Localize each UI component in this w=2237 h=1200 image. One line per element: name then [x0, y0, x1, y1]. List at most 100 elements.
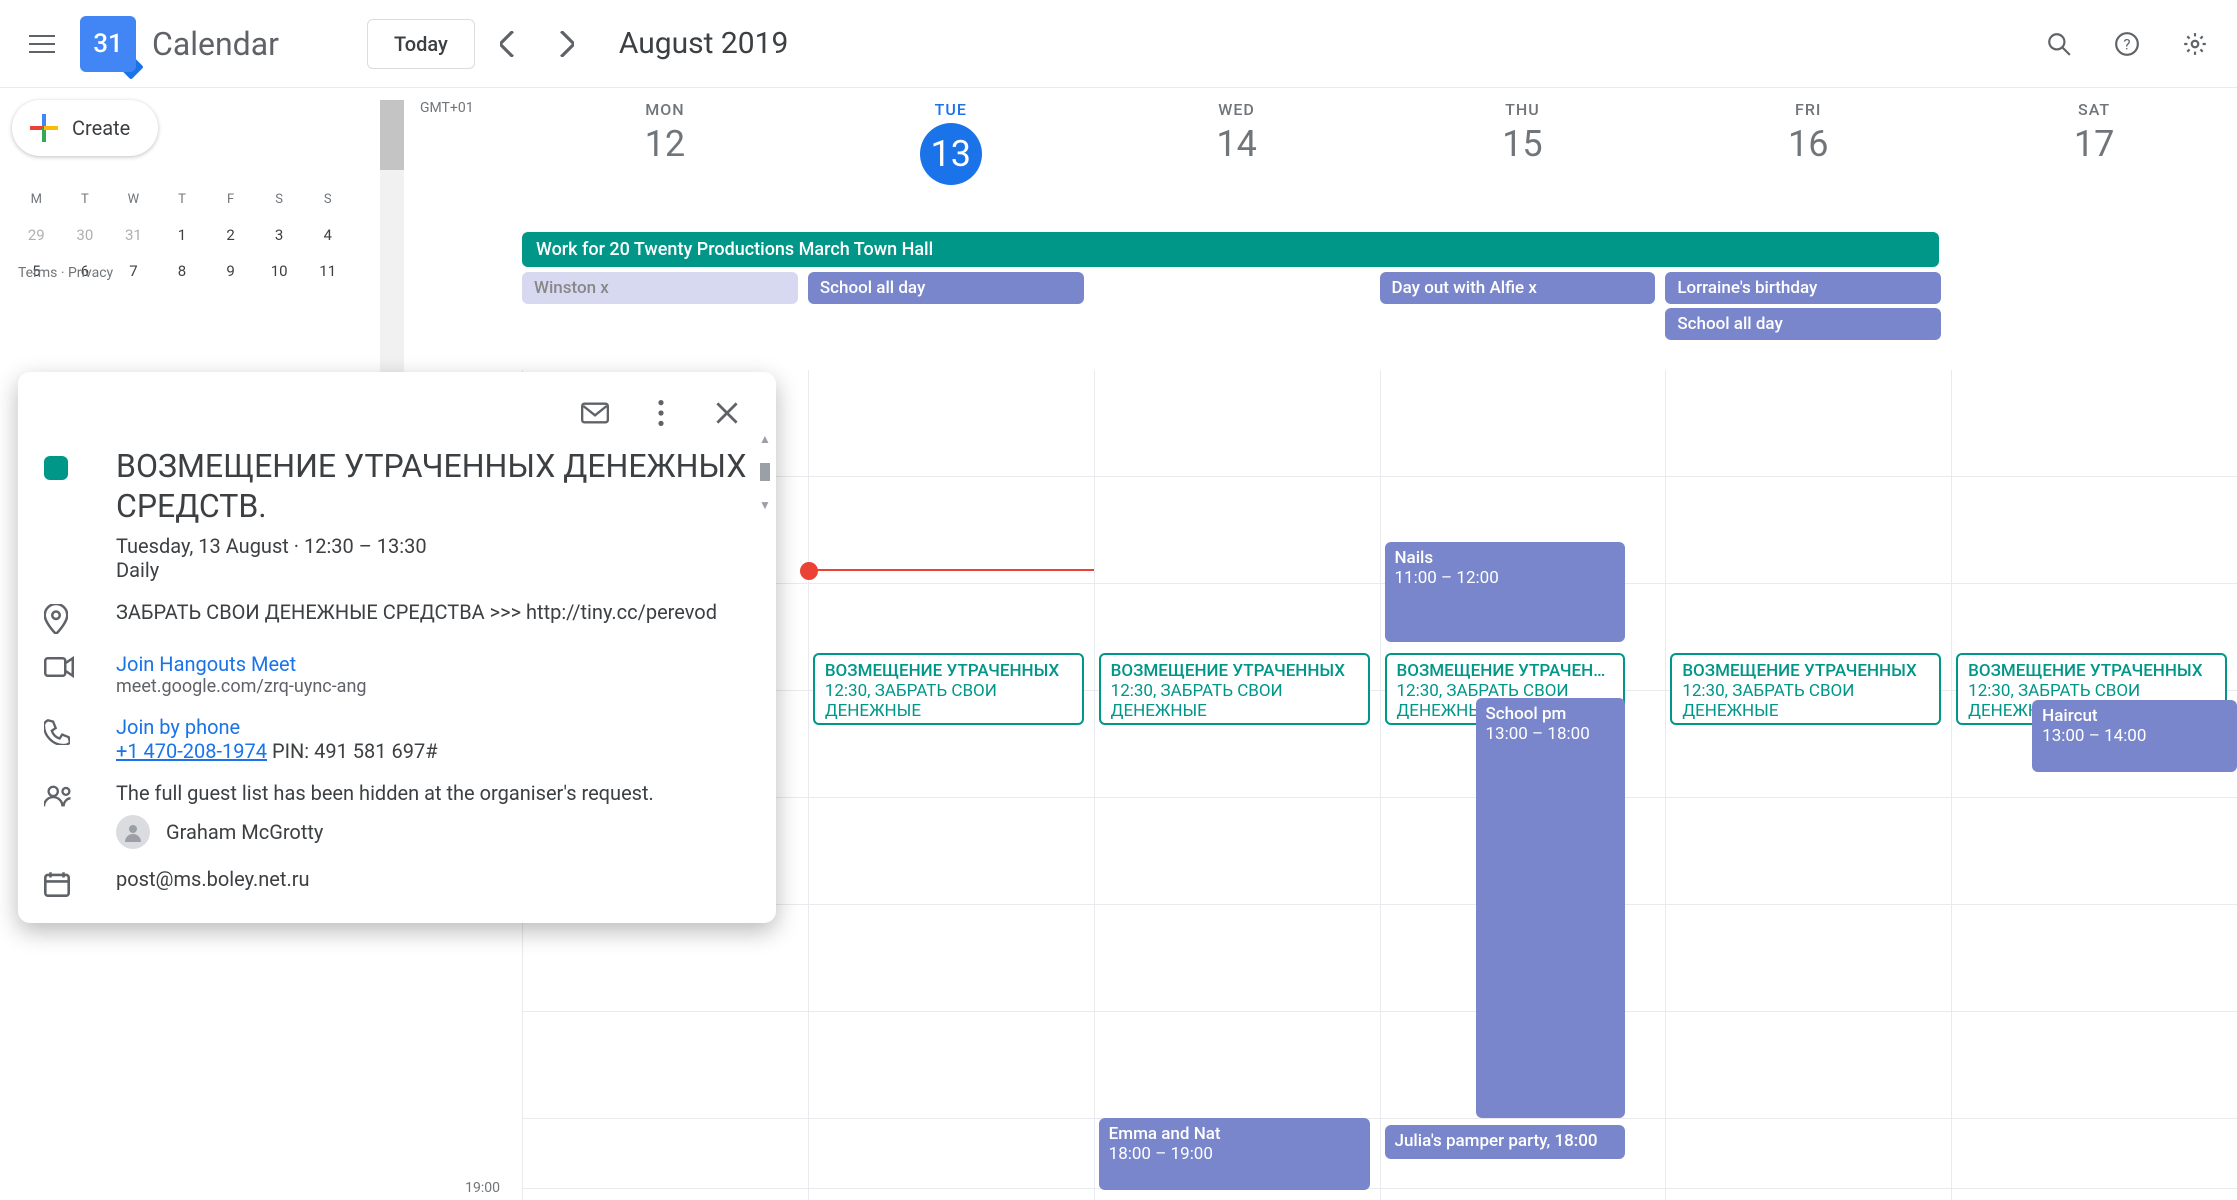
event-color-swatch [44, 456, 68, 480]
event-julia[interactable]: Julia's pamper party, 18:00 [1385, 1125, 1626, 1159]
multiday-event[interactable]: Work for 20 Twenty Productions March Tow… [522, 232, 1939, 267]
app-title: Calendar [152, 25, 279, 63]
event-haircut[interactable]: Haircut13:00 – 14:00 [2032, 700, 2237, 772]
time-label-1900: 19:00 [465, 1180, 500, 1196]
day-headers: MON12 TUE13 WED14 THU15 FRI16 SAT17 [522, 100, 2237, 185]
mini-head-w: W [109, 192, 158, 207]
phone-pin: PIN: 491 581 697# [267, 739, 438, 763]
timezone-label: GMT+01 [420, 100, 474, 116]
mini-head-m: M [12, 192, 61, 207]
hamburger-icon [29, 35, 55, 53]
calendar-logo: 31 [80, 16, 136, 72]
mini-day[interactable]: 4 [303, 217, 352, 253]
col-wed[interactable]: ВОЗМЕЩЕНИЕ УТРАЧЕННЫХ12:30, ЗАБРАТЬ СВОИ… [1094, 370, 1380, 1200]
allday-event-lorraine[interactable]: Lorraine's birthday [1665, 272, 1941, 304]
mini-head-t2: T [158, 192, 207, 207]
meet-url: meet.google.com/zrq-uync-ang [116, 676, 750, 697]
create-label: Create [72, 116, 130, 140]
day-header-tue[interactable]: TUE13 [808, 100, 1094, 185]
phone-icon [44, 715, 96, 763]
day-header-thu[interactable]: THU15 [1380, 100, 1666, 185]
organiser-email: post@ms.boley.net.ru [116, 867, 750, 897]
create-event-button[interactable]: Create [12, 100, 158, 156]
guests-icon [44, 781, 96, 849]
footer-links[interactable]: Terms · Privacy [18, 265, 113, 281]
join-phone-link[interactable]: Join by phone [116, 715, 750, 739]
video-icon [44, 652, 96, 697]
mini-day[interactable]: 7 [109, 253, 158, 289]
settings-button[interactable] [2165, 14, 2225, 74]
sidebar-scrollbar[interactable] [380, 100, 404, 380]
event-nails[interactable]: Nails11:00 – 12:00 [1385, 542, 1626, 642]
mini-head-f: F [206, 192, 255, 207]
today-button[interactable]: Today [367, 19, 475, 69]
mini-day[interactable]: 1 [158, 217, 207, 253]
mini-head-s: S [255, 192, 304, 207]
next-week-button[interactable] [541, 19, 591, 69]
header-bar: 31 Calendar Today August 2019 ? [0, 0, 2237, 88]
phone-number-link[interactable]: +1 470-208-1974 [116, 739, 267, 763]
gear-icon [2182, 31, 2208, 57]
day-header-wed[interactable]: WED14 [1094, 100, 1380, 185]
guest-name: Graham McGrotty [166, 820, 323, 844]
close-icon [716, 402, 738, 424]
mini-head-t: T [61, 192, 110, 207]
guest-row[interactable]: Graham McGrotty [116, 815, 750, 849]
event-spam-fri[interactable]: ВОЗМЕЩЕНИЕ УТРАЧЕННЫХ12:30, ЗАБРАТЬ СВОИ… [1670, 653, 1941, 725]
now-indicator [809, 569, 1094, 571]
search-button[interactable] [2029, 14, 2089, 74]
allday-section: Work for 20 Twenty Productions March Tow… [522, 232, 2237, 340]
mini-day[interactable]: 8 [158, 253, 207, 289]
allday-event-school[interactable]: School all day [808, 272, 1084, 304]
day-header-sat[interactable]: SAT17 [1951, 100, 2237, 185]
day-header-mon[interactable]: MON12 [522, 100, 808, 185]
plus-icon [30, 114, 58, 142]
event-spam-wed[interactable]: ВОЗМЕЩЕНИЕ УТРАЧЕННЫХ12:30, ЗАБРАТЬ СВОИ… [1099, 653, 1370, 725]
popover-datetime: Tuesday, 13 August · 12:30 – 13:30 [116, 534, 750, 558]
popover-title: ВОЗМЕЩЕНИЕ УТРАЧЕННЫХ ДЕНЕЖНЫХ СРЕДСТВ. [116, 446, 750, 526]
time-grid[interactable]: ВОЗМЕЩЕНИЕ УТРАЧЕННЫХ12:30, ЗАБРАТЬ СВОИ… [522, 370, 2237, 1200]
popover-recurrence: Daily [116, 558, 750, 582]
popover-location[interactable]: ЗАБРАТЬ СВОИ ДЕНЕЖНЫЕ СРЕДСТВА >>> http:… [116, 600, 750, 634]
mini-day[interactable]: 2 [206, 217, 255, 253]
allday-event-school-fri[interactable]: School all day [1665, 308, 1941, 340]
mini-day[interactable]: 9 [206, 253, 255, 289]
mini-day[interactable]: 11 [303, 253, 352, 289]
col-sat[interactable]: ВОЗМЕЩЕНИЕ УТРАЧЕННЫХ12:30, ЗАБРАТЬ СВОИ… [1951, 370, 2237, 1200]
help-icon: ? [2114, 31, 2140, 57]
help-button[interactable]: ? [2097, 14, 2157, 74]
svg-text:?: ? [2123, 35, 2130, 53]
sidebar: Create M T W T F S S 29 30 31 1 2 3 4 5 … [0, 88, 390, 289]
more-options-button[interactable] [638, 390, 684, 436]
col-fri[interactable]: ВОЗМЕЩЕНИЕ УТРАЧЕННЫХ12:30, ЗАБРАТЬ СВОИ… [1665, 370, 1951, 1200]
prev-week-button[interactable] [483, 19, 533, 69]
join-meet-link[interactable]: Join Hangouts Meet [116, 652, 750, 676]
person-icon [123, 822, 143, 842]
close-popover-button[interactable] [704, 390, 750, 436]
mini-day[interactable]: 10 [255, 253, 304, 289]
guests-note: The full guest list has been hidden at t… [116, 781, 750, 805]
event-emma[interactable]: Emma and Nat18:00 – 19:00 [1099, 1118, 1370, 1190]
mini-day[interactable]: 30 [61, 217, 110, 253]
location-icon [44, 600, 96, 634]
mini-head-s2: S [303, 192, 352, 207]
chevron-right-icon [558, 31, 574, 57]
event-details-popover: ▲▼ ВОЗМЕЩЕНИЕ УТРАЧЕННЫХ ДЕНЕЖНЫХ СРЕДСТ… [18, 372, 776, 923]
chevron-left-icon [500, 31, 516, 57]
event-school-pm[interactable]: School pm13:00 – 18:00 [1476, 698, 1626, 1118]
event-spam-tue[interactable]: ВОЗМЕЩЕНИЕ УТРАЧЕННЫХ12:30, ЗАБРАТЬ СВОИ… [813, 653, 1084, 725]
popover-scrollbar[interactable]: ▲▼ [758, 432, 772, 512]
day-header-fri[interactable]: FRI16 [1665, 100, 1951, 185]
allday-event-alfie[interactable]: Day out with Alfie x [1380, 272, 1656, 304]
email-guests-button[interactable] [572, 390, 618, 436]
hamburger-menu-button[interactable] [12, 14, 72, 74]
mini-day[interactable]: 29 [12, 217, 61, 253]
kebab-icon [658, 400, 664, 426]
col-tue[interactable]: ВОЗМЕЩЕНИЕ УТРАЧЕННЫХ12:30, ЗАБРАТЬ СВОИ… [808, 370, 1094, 1200]
mini-day[interactable]: 3 [255, 217, 304, 253]
allday-event-winston[interactable]: Winston x [522, 272, 798, 304]
avatar [116, 815, 150, 849]
col-thu[interactable]: Nails11:00 – 12:00 ВОЗМЕЩЕНИЕ УТРАЧЕННЫХ… [1380, 370, 1666, 1200]
current-month-label: August 2019 [619, 26, 789, 61]
mini-day[interactable]: 31 [109, 217, 158, 253]
